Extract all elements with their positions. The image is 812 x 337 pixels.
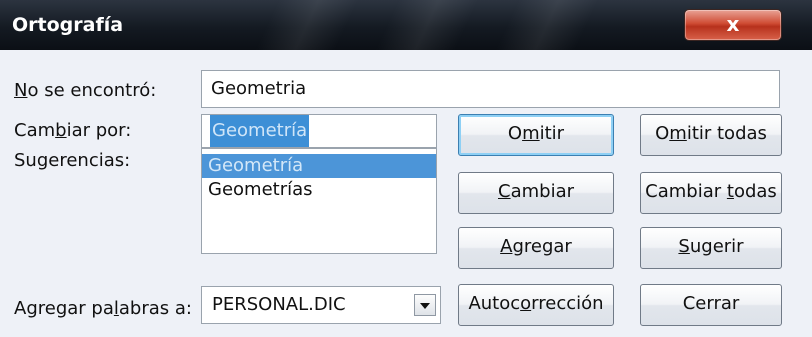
omit-button[interactable]: Omitir [458,114,614,156]
suggestions-label: Sugerencias: [14,150,131,171]
dictionary-value: PERSONAL.DIC [212,294,346,315]
suggestions-list[interactable]: Geometría Geometrías [201,148,437,254]
not-found-label: No se encontró: [14,80,157,101]
window-title: Ortografía [12,14,124,36]
omit-all-button[interactable]: Omitir todas [640,114,782,156]
dictionary-select[interactable]: PERSONAL.DIC [201,286,441,324]
not-found-field: Geometria [201,70,780,108]
change-to-label: Cambiar por: [14,120,132,141]
change-to-input[interactable]: Geometría [201,114,437,148]
suggest-button[interactable]: Sugerir [640,227,782,269]
add-words-label: Agregar palabras a: [14,298,192,319]
close-window-button[interactable]: x [684,9,782,41]
close-icon: x [726,12,740,36]
autocorrect-button[interactable]: Autocorrección [458,284,614,326]
add-button[interactable]: Agregar [458,227,614,269]
spelling-dialog: Ortografía x No se encontró: Geometria C… [0,0,812,337]
list-item[interactable]: Geometría [202,154,436,178]
list-item[interactable]: Geometrías [202,178,436,202]
chevron-down-icon[interactable] [414,294,436,316]
change-all-button[interactable]: Cambiar todas [640,172,782,214]
title-bar[interactable]: Ortografía x [0,0,812,50]
change-button[interactable]: Cambiar [458,172,614,214]
change-to-value: Geometría [210,115,310,147]
close-button[interactable]: Cerrar [640,284,782,326]
